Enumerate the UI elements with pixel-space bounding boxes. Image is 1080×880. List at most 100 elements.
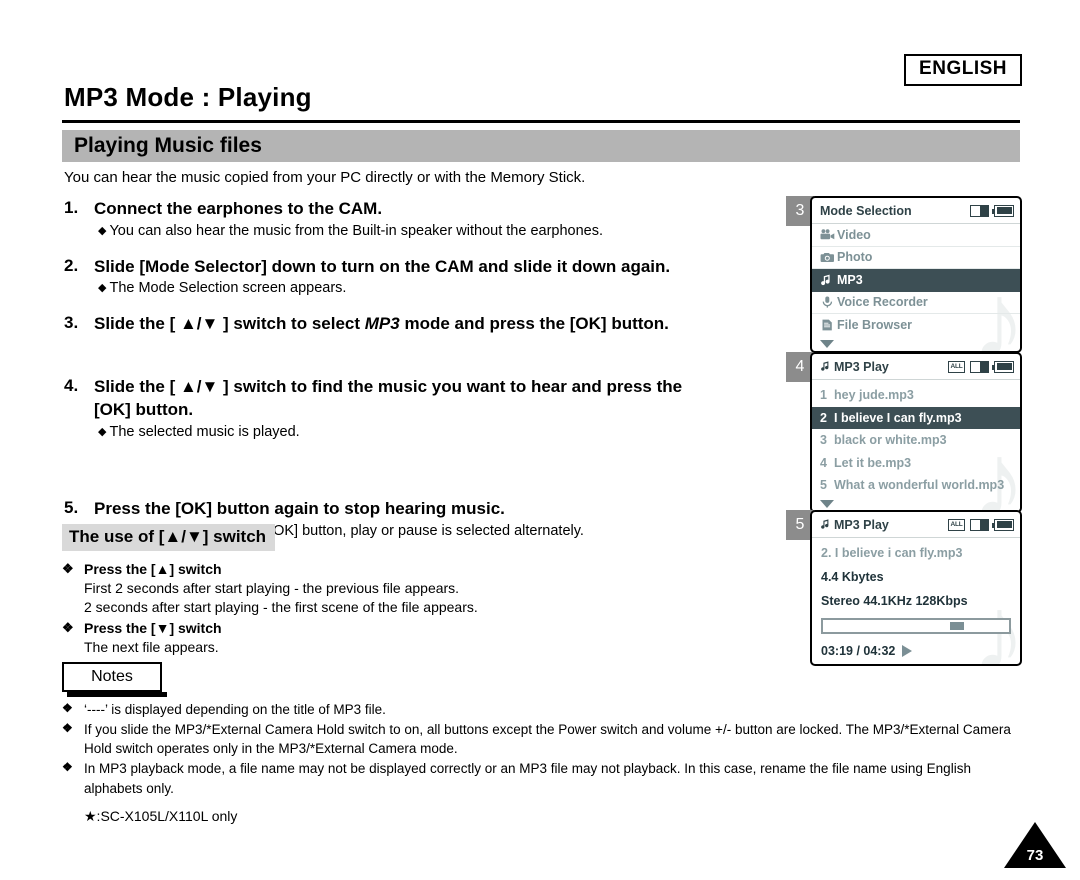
flower-bullet-icon: ❖: [62, 760, 73, 775]
repeat-all-icon: ALL: [948, 518, 965, 531]
model-footnote: ★:SC-X105L/X110L only: [84, 808, 238, 824]
lcd-header: MP3 Play ALL: [812, 354, 1020, 380]
progress-bar[interactable]: [821, 618, 1011, 634]
step-number: 4.: [64, 375, 79, 395]
track-row[interactable]: 4 Let it be.mp3: [812, 452, 1020, 475]
page-title: MP3 Mode : Playing: [64, 82, 312, 112]
step-detail: ◆ The Mode Selection screen appears.: [94, 279, 764, 299]
step-heading-mode: MP3: [364, 314, 400, 333]
step-heading: Slide the [ ▲/▼ ] switch to select MP3 m…: [94, 313, 764, 336]
track-row[interactable]: 5 What a wonderful world.mp3: [812, 474, 1020, 497]
step-detail: ◆ You can also hear the music from the Bu…: [94, 222, 764, 242]
track-row[interactable]: 1 hey jude.mp3: [812, 384, 1020, 407]
step-heading: Press the [OK] button again to stop hear…: [94, 499, 505, 519]
step-heading-post: mode and press the [OK] button.: [399, 314, 669, 333]
flower-bullet-icon: ❖: [62, 701, 73, 715]
notes-list: ❖ ‘----’ is displayed depending on the t…: [62, 700, 1022, 799]
lcd-title: MP3 Play: [834, 517, 889, 532]
playback-time: 03:19 / 04:32: [821, 644, 1011, 658]
music-note-icon: [820, 361, 834, 372]
step-number: 2.: [64, 255, 79, 275]
track-name: Let it be.mp3: [834, 455, 912, 470]
audio-format: Stereo 44.1KHz 128Kbps: [821, 594, 968, 608]
play-icon: [902, 645, 913, 657]
language-badge: ENGLISH: [904, 54, 1022, 86]
memory-icon: [970, 518, 989, 531]
step-detail: ◆ The selected music is played.: [94, 423, 764, 443]
switch-item-up: ❖ Press the [▲] switch: [62, 560, 478, 579]
step-heading: Slide [Mode Selector] down to turn on th…: [94, 256, 671, 276]
switch-item-down: ❖ Press the [▼] switch: [62, 619, 478, 638]
note-item: ❖ ‘----’ is displayed depending on the t…: [62, 700, 1022, 719]
document-icon: [820, 319, 837, 331]
menu-item-label: Photo: [837, 250, 873, 265]
section-header-label: Playing Music files: [74, 134, 262, 157]
note-item: ❖ In MP3 playback mode, a file name may …: [62, 759, 1022, 797]
scroll-down-caret-icon[interactable]: [812, 337, 1020, 351]
title-divider: [62, 120, 1020, 123]
battery-icon: [992, 204, 1014, 217]
progress-handle[interactable]: [949, 622, 964, 630]
menu-item-voice-recorder[interactable]: Voice Recorder: [812, 292, 1020, 314]
track-number: 2: [820, 410, 827, 425]
flower-bullet-icon: ❖: [62, 619, 74, 635]
switch-item-title: Press the [▲] switch: [84, 561, 222, 577]
lcd-body: ♪ 2. I believe i can fly.mp3 4.4 Kbytes …: [812, 538, 1020, 664]
lcd-body: ♪ 1 hey jude.mp3 2 I believe I can fly.m…: [812, 384, 1020, 511]
camcorder-icon: [820, 229, 837, 240]
section-header: Playing Music files: [62, 130, 1020, 162]
page-number: 73: [1026, 847, 1044, 864]
step-heading-pre: Slide the [ ▲/▼ ] switch to select: [94, 314, 365, 333]
track-row[interactable]: 2 I believe I can fly.mp3: [812, 406, 1020, 429]
lcd-body: ♪ Video Photo MP3 Voice Recorder File Br…: [812, 224, 1020, 351]
diamond-bullet-icon: ◆: [98, 425, 107, 438]
lcd-status-icons: ALL: [948, 518, 1014, 531]
music-note-icon: [820, 274, 837, 286]
use-of-switch-heading: The use of [▲/▼] switch: [62, 524, 276, 551]
steps-list: 1. Connect the earphones to the CAM. ◆ Yo…: [64, 198, 764, 544]
lcd-header: Mode Selection: [812, 198, 1020, 224]
step-heading: Connect the earphones to the CAM.: [94, 199, 383, 218]
switch-item-title: Press the [▼] switch: [84, 619, 222, 636]
diamond-bullet-icon: ◆: [98, 282, 107, 295]
step-3: 3. Slide the [ ▲/▼ ] switch to select MP…: [64, 313, 764, 336]
lcd-status-icons: ALL: [948, 360, 1014, 373]
track-name: What a wonderful world.mp3: [834, 478, 1005, 493]
menu-item-label: Voice Recorder: [837, 295, 928, 310]
step-4: 4. Slide the [ ▲/▼ ] switch to find the …: [64, 376, 764, 442]
memory-icon: [970, 204, 989, 217]
step-1: 1. Connect the earphones to the CAM. ◆ Yo…: [64, 198, 764, 242]
camera-icon: [820, 252, 837, 263]
menu-item-label: File Browser: [837, 318, 913, 333]
menu-item-photo[interactable]: Photo: [812, 247, 1020, 269]
menu-item-mp3[interactable]: MP3: [812, 269, 1020, 292]
notes-tab: Notes: [62, 662, 167, 697]
menu-item-video[interactable]: Video: [812, 224, 1020, 247]
step-detail-text: You can also hear the music from the Bui…: [109, 222, 604, 239]
track-number: 5: [820, 478, 827, 493]
step-detail-text: The selected music is played.: [109, 423, 300, 440]
battery-icon: [992, 360, 1014, 373]
playback-time-label: 03:19 / 04:32: [821, 644, 896, 658]
track-number: 4: [820, 455, 827, 470]
step-detail-text: The Mode Selection screen appears.: [109, 280, 347, 297]
menu-item-file-browser[interactable]: File Browser: [812, 314, 1020, 337]
lcd-panel: Mode Selection ♪ Video Photo MP3 Voice R…: [810, 196, 1022, 353]
flower-bullet-icon: ❖: [62, 721, 73, 736]
lcd-header: MP3 Play ALL: [812, 512, 1020, 538]
track-row[interactable]: 3 black or white.mp3: [812, 429, 1020, 452]
music-note-icon: [820, 519, 834, 530]
track-number: 1: [820, 388, 827, 403]
playback-info: 2. I believe i can fly.mp3 4.4 Kbytes St…: [812, 538, 1020, 664]
memory-icon: [970, 360, 989, 373]
scroll-down-caret-icon[interactable]: [812, 497, 1020, 511]
lcd-status-icons: [970, 204, 1014, 217]
track-name: hey jude.mp3: [834, 388, 914, 403]
menu-item-label: MP3: [837, 272, 863, 287]
microphone-icon: [820, 296, 837, 308]
note-text: ‘----’ is displayed depending on the tit…: [84, 702, 386, 717]
switch-item-line: The next file appears.: [84, 638, 219, 655]
now-playing-title: 2. I believe i can fly.mp3: [821, 546, 963, 560]
step-number: 3.: [64, 313, 79, 332]
track-name: black or white.mp3: [834, 433, 947, 448]
